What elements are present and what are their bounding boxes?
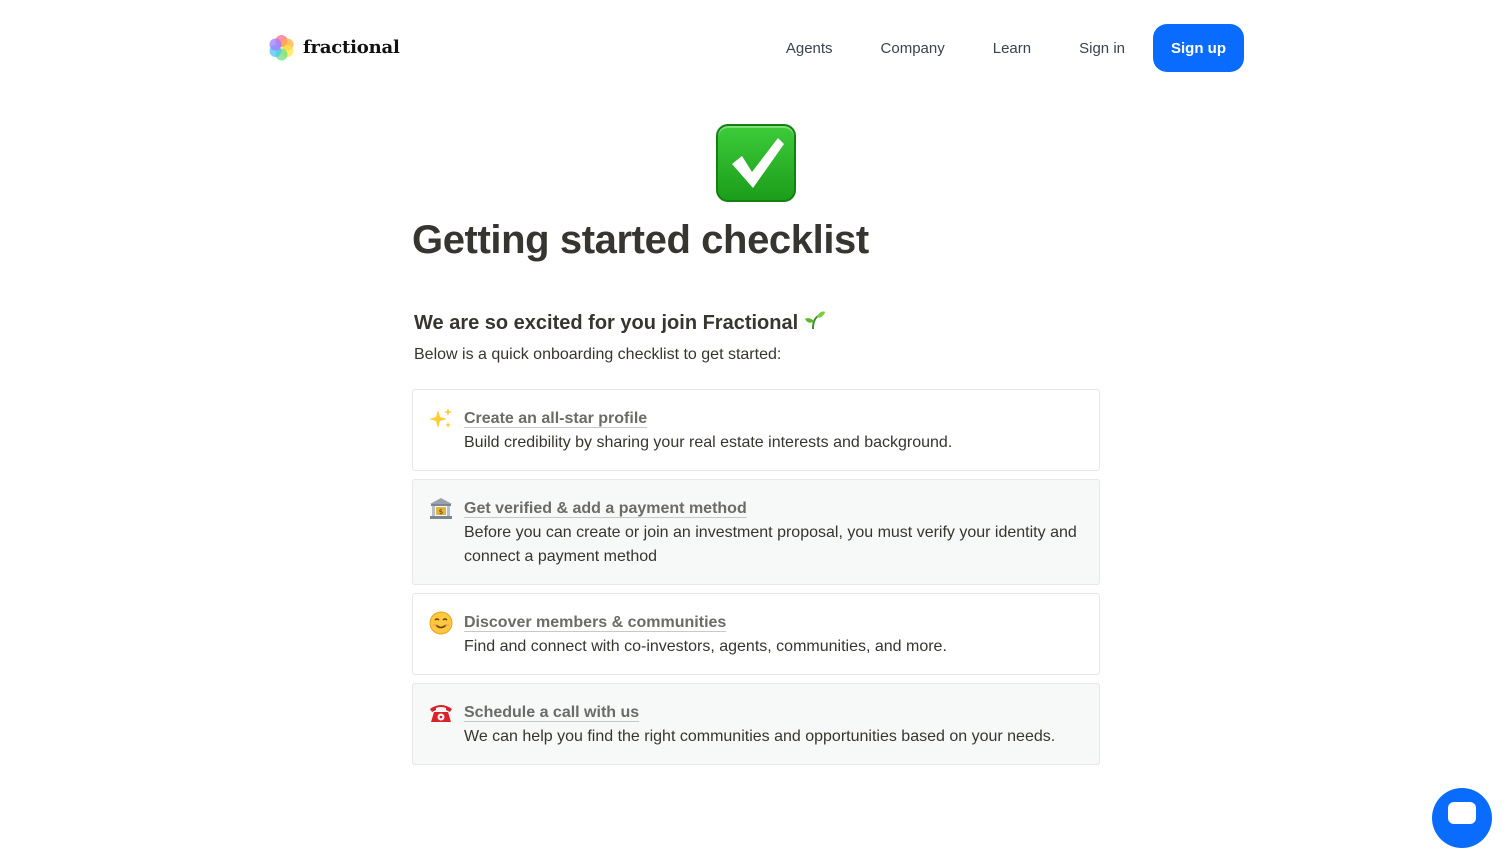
checklist-item-body: Schedule a call with us We can help you … (464, 701, 1083, 748)
checklist-item-body: Create an all-star profile Build credibi… (464, 407, 1083, 454)
nav-learn[interactable]: Learn (993, 40, 1031, 57)
checklist-item-title[interactable]: Discover members & communities (464, 611, 726, 635)
bank-icon: $ (429, 497, 453, 521)
page-title: Getting started checklist (412, 218, 869, 262)
nav-company[interactable]: Company (881, 40, 945, 57)
logo-link[interactable]: fractional (268, 32, 400, 62)
site-header: fractional Agents Company Learn Sign in … (0, 0, 1512, 96)
checklist-item-description: Find and connect with co-investors, agen… (464, 638, 947, 655)
welcome-heading: We are so excited for you join Fractiona… (414, 310, 826, 336)
checklist-item[interactable]: $ Get verified & add a payment method Be… (412, 479, 1100, 585)
logo-text: fractional (303, 36, 400, 58)
sign-up-button[interactable]: Sign up (1153, 24, 1244, 72)
checklist-item-title[interactable]: Schedule a call with us (464, 701, 639, 725)
checklist-item[interactable]: Create an all-star profile Build credibi… (412, 389, 1100, 471)
intro-text: Below is a quick onboarding checklist to… (414, 346, 782, 363)
fractional-logo-icon (268, 34, 295, 61)
svg-text:$: $ (439, 508, 443, 516)
checklist-item[interactable]: Discover members & communities Find and … (412, 593, 1100, 675)
checklist-item-description: Build credibility by sharing your real e… (464, 434, 953, 451)
chat-launcher-button[interactable] (1432, 788, 1492, 848)
main-nav: Agents Company Learn Sign in Sign up (786, 24, 1244, 72)
checklist-item-body: Get verified & add a payment method Befo… (464, 497, 1083, 568)
checklist-item-title[interactable]: Get verified & add a payment method (464, 497, 747, 521)
smiling-face-icon (429, 611, 453, 635)
checklist-item-body: Discover members & communities Find and … (464, 611, 1083, 658)
check-mark-button-icon (716, 124, 796, 202)
checklist-item[interactable]: Schedule a call with us We can help you … (412, 683, 1100, 765)
welcome-heading-text: We are so excited for you join Fractiona… (414, 311, 799, 334)
checklist-item-title[interactable]: Create an all-star profile (464, 407, 647, 431)
telephone-icon (429, 701, 453, 725)
nav-sign-in[interactable]: Sign in (1079, 40, 1125, 57)
checklist-item-description: We can help you find the right communiti… (464, 728, 1056, 745)
chat-bubble-icon (1448, 802, 1476, 824)
seedling-icon (804, 310, 826, 336)
sparkles-icon (429, 407, 453, 431)
nav-agents[interactable]: Agents (786, 40, 833, 57)
checklist-item-description: Before you can create or join an investm… (464, 524, 1077, 565)
